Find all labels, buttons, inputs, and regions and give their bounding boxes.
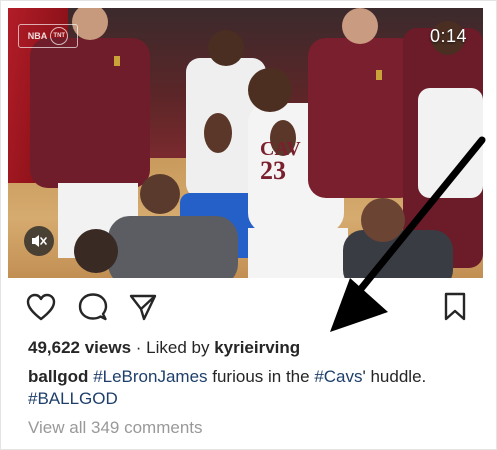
views-line: 49,622 views · Liked by kyrieirving xyxy=(28,338,300,358)
view-count[interactable]: 49,622 views xyxy=(28,338,131,357)
nba-badge-label: NBA xyxy=(27,31,48,41)
nba-tnt-logo: NBA TNT xyxy=(18,24,78,48)
view-all-comments-link[interactable]: View all 349 comments xyxy=(28,418,203,438)
author-username-link[interactable]: ballgod xyxy=(28,367,88,386)
action-bar xyxy=(0,290,497,324)
liked-by-user-link[interactable]: kyrieirving xyxy=(214,338,300,357)
hashtag-lebronjames[interactable]: #LeBronJames xyxy=(93,367,207,386)
caption-text-end: ' huddle. xyxy=(362,367,427,386)
liked-by-prefix: · Liked by xyxy=(131,338,215,357)
bookmark-icon xyxy=(444,292,466,321)
hashtag-cavs[interactable]: #Cavs xyxy=(314,367,362,386)
video-timestamp: 0:14 xyxy=(429,26,467,46)
post-caption: ballgod #LeBronJames furious in the #Cav… xyxy=(28,366,483,410)
save-button[interactable] xyxy=(438,290,472,324)
speaker-muted-icon xyxy=(32,235,47,247)
mute-button[interactable] xyxy=(24,226,54,256)
tnt-badge-label: TNT xyxy=(50,27,69,45)
players-scene xyxy=(30,8,483,278)
heart-icon xyxy=(26,293,56,321)
comment-button[interactable] xyxy=(76,290,110,324)
like-button[interactable] xyxy=(24,290,58,324)
share-button[interactable] xyxy=(126,290,160,324)
jersey-number: 23 xyxy=(260,156,286,185)
hashtag-ballgod[interactable]: #BALLGOD xyxy=(28,389,118,408)
video-player[interactable]: CAV 23 NBA TNT 0:14 xyxy=(8,8,483,278)
comment-bubble-icon xyxy=(78,293,108,321)
caption-text-mid: furious in the xyxy=(207,367,315,386)
paper-plane-icon xyxy=(129,294,157,321)
